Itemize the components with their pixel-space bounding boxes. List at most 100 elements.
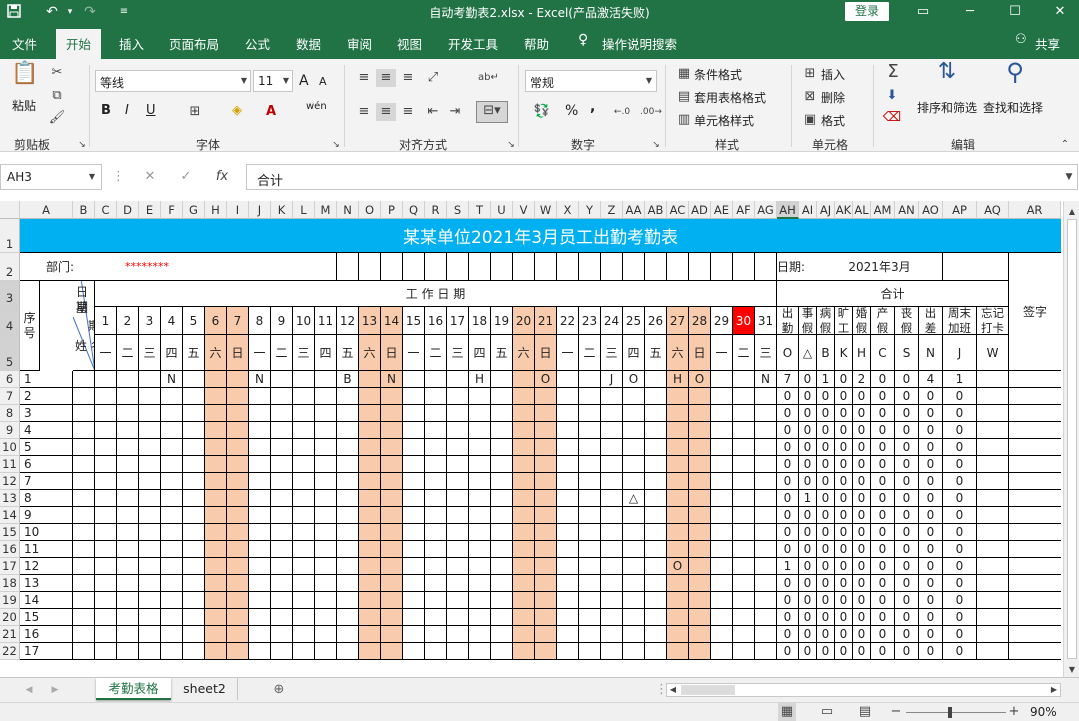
attendance-cell[interactable]	[755, 609, 777, 626]
fill-color-icon[interactable]: ◈	[228, 102, 246, 120]
attendance-cell[interactable]	[183, 473, 205, 490]
attendance-cell[interactable]	[425, 371, 447, 388]
day-number-cell[interactable]: 27	[667, 307, 689, 335]
total-cell[interactable]: 0	[799, 609, 817, 626]
total-cell[interactable]: 0	[817, 507, 835, 524]
weekday-cell[interactable]: 四	[623, 335, 645, 371]
total-cell[interactable]: 0	[799, 575, 817, 592]
attendance-cell[interactable]	[469, 473, 491, 490]
total-cell[interactable]: 0	[895, 507, 919, 524]
attendance-cell[interactable]	[425, 524, 447, 541]
total-cell[interactable]: 0	[871, 558, 895, 575]
attendance-cell[interactable]	[755, 643, 777, 660]
total-cell[interactable]: 0	[817, 405, 835, 422]
attendance-cell[interactable]	[227, 643, 249, 660]
attendance-cell[interactable]	[403, 626, 425, 643]
attendance-cell[interactable]	[381, 575, 403, 592]
row-header[interactable]: 11	[0, 456, 20, 473]
total-cell[interactable]: 0	[777, 439, 799, 456]
weekday-cell[interactable]: 一	[557, 335, 579, 371]
attendance-cell[interactable]	[117, 371, 139, 388]
column-header[interactable]: AO	[919, 201, 943, 219]
attendance-cell[interactable]	[95, 643, 117, 660]
attendance-cell[interactable]	[293, 439, 315, 456]
column-header[interactable]: Z	[601, 201, 623, 219]
attendance-cell[interactable]	[755, 507, 777, 524]
attendance-cell[interactable]	[271, 558, 293, 575]
attendance-cell[interactable]: O	[623, 371, 645, 388]
column-header[interactable]: X	[557, 201, 579, 219]
weekday-cell[interactable]: 二	[733, 335, 755, 371]
attendance-cell[interactable]	[469, 592, 491, 609]
find-select-button[interactable]: 查找和选择	[983, 99, 1043, 116]
row-header[interactable]: 19	[0, 592, 20, 609]
attendance-cell[interactable]	[161, 643, 183, 660]
total-cell[interactable]: 0	[799, 558, 817, 575]
attendance-cell[interactable]	[117, 439, 139, 456]
total-cell[interactable]: 0	[777, 609, 799, 626]
attendance-cell[interactable]	[403, 541, 425, 558]
copy-icon[interactable]: ⧉	[48, 87, 66, 105]
attendance-cell[interactable]	[95, 371, 117, 388]
attendance-cell[interactable]: O	[535, 371, 557, 388]
attendance-cell[interactable]	[513, 371, 535, 388]
row-header[interactable]: 6	[0, 371, 20, 388]
column-header[interactable]: AI	[799, 201, 817, 219]
column-header[interactable]: AE	[711, 201, 733, 219]
attendance-cell[interactable]	[139, 592, 161, 609]
weekday-cell[interactable]: 五	[645, 335, 667, 371]
total-cell[interactable]	[977, 626, 1009, 643]
attendance-cell[interactable]	[689, 388, 711, 405]
attendance-cell[interactable]	[557, 490, 579, 507]
attendance-cell[interactable]	[535, 507, 557, 524]
attendance-cell[interactable]	[601, 405, 623, 422]
signature-cell[interactable]	[1009, 405, 1061, 422]
total-cell[interactable]: 0	[871, 456, 895, 473]
attendance-cell[interactable]	[337, 473, 359, 490]
day-number-cell[interactable]: 6	[205, 307, 227, 335]
attendance-cell[interactable]	[557, 371, 579, 388]
attendance-cell[interactable]	[249, 473, 271, 490]
day-number-cell[interactable]: 9	[271, 307, 293, 335]
column-header[interactable]: C	[95, 201, 117, 219]
summary-header-cell[interactable]: 丧假	[895, 307, 919, 335]
attendance-cell[interactable]	[447, 524, 469, 541]
attendance-cell[interactable]	[337, 558, 359, 575]
attendance-cell[interactable]	[249, 439, 271, 456]
total-cell[interactable]: 0	[943, 626, 977, 643]
attendance-cell[interactable]: H	[667, 371, 689, 388]
format-cells-button[interactable]: 格式	[821, 112, 845, 129]
attendance-cell[interactable]	[755, 439, 777, 456]
add-sheet-icon[interactable]: ⊕	[270, 681, 288, 699]
attendance-cell[interactable]	[623, 456, 645, 473]
attendance-cell[interactable]	[183, 524, 205, 541]
attendance-cell[interactable]	[161, 558, 183, 575]
total-cell[interactable]: 0	[853, 558, 871, 575]
total-cell[interactable]: 0	[835, 422, 853, 439]
total-cell[interactable]: 0	[943, 439, 977, 456]
total-cell[interactable]: 0	[835, 439, 853, 456]
name-cell[interactable]	[73, 371, 95, 388]
number-format-select[interactable]: 常规	[525, 70, 657, 92]
total-cell[interactable]: 0	[853, 456, 871, 473]
clear-icon[interactable]: ⌫	[882, 109, 902, 127]
column-header[interactable]: D	[117, 201, 139, 219]
attendance-cell[interactable]	[293, 575, 315, 592]
seq-cell[interactable]: 14	[20, 592, 73, 609]
attendance-cell[interactable]	[271, 405, 293, 422]
total-cell[interactable]: 1	[943, 371, 977, 388]
total-cell[interactable]: 0	[777, 541, 799, 558]
total-cell[interactable]: 0	[853, 643, 871, 660]
attendance-cell[interactable]	[469, 490, 491, 507]
attendance-cell[interactable]	[667, 507, 689, 524]
cut-icon[interactable]: ✂	[48, 64, 66, 82]
total-cell[interactable]: 1	[799, 490, 817, 507]
attendance-cell[interactable]	[271, 592, 293, 609]
total-cell[interactable]: 0	[895, 490, 919, 507]
attendance-cell[interactable]	[557, 541, 579, 558]
attendance-cell[interactable]	[161, 626, 183, 643]
column-header[interactable]: H	[205, 201, 227, 219]
attendance-cell[interactable]	[711, 490, 733, 507]
total-cell[interactable]: 1	[777, 558, 799, 575]
attendance-cell[interactable]	[645, 456, 667, 473]
